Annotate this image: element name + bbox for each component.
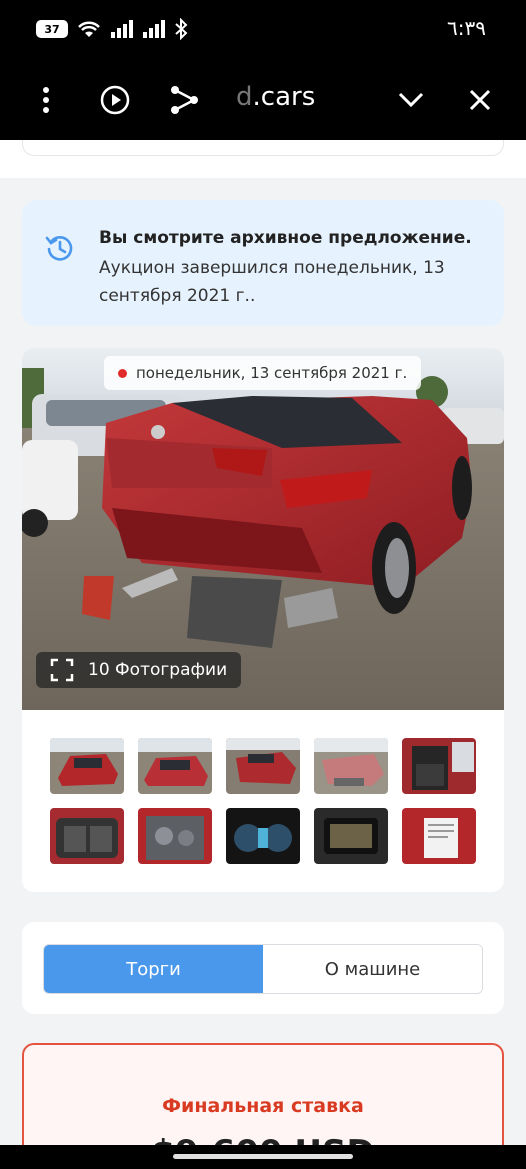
tab-about-car[interactable]: О машине — [263, 945, 482, 993]
share-icon[interactable] — [164, 80, 204, 120]
notice-title: Вы смотрите архивное предложение. — [99, 228, 472, 248]
url-domain: .cars — [252, 82, 316, 112]
history-icon — [45, 236, 73, 261]
thumbnail[interactable] — [402, 808, 476, 864]
bluetooth-icon — [175, 18, 188, 40]
page-content: Вы смотрите архивное предложение. Аукцио… — [0, 140, 526, 1148]
final-bid-label: Финальная ставка — [162, 1095, 364, 1117]
chevron-down-icon[interactable] — [391, 80, 431, 120]
clock: ٦:٣٩ — [447, 16, 486, 40]
archive-notice: Вы смотрите архивное предложение. Аукцио… — [22, 200, 504, 326]
battery-icon: 37 — [36, 20, 68, 38]
photos-count-label: 10 Фотографии — [88, 660, 228, 680]
browser-toolbar: d.cars — [0, 60, 526, 140]
signal-icon — [111, 20, 133, 38]
final-bid-card: Финальная ставка $9,600 USD — [22, 1043, 504, 1148]
gallery-card: понедельник, 13 сентября 2021 г. 10 Фото… — [22, 348, 504, 892]
thumbnail[interactable] — [50, 808, 124, 864]
more-vert-icon[interactable] — [26, 80, 66, 120]
tabs-card: Торги О машине — [22, 922, 504, 1014]
thumbnail[interactable] — [138, 738, 212, 794]
photos-count-button[interactable]: 10 Фотографии — [36, 652, 242, 688]
thumbnail[interactable] — [226, 808, 300, 864]
url-prefix: d — [236, 82, 253, 112]
status-icons: 37 — [36, 18, 188, 40]
auction-date: понедельник, 13 сентября 2021 г. — [136, 364, 408, 382]
status-dot — [118, 369, 127, 378]
url-text[interactable]: d.cars — [236, 82, 315, 112]
status-bar: 37 ٦:٣٩ — [0, 0, 526, 60]
thumbnail[interactable] — [50, 738, 124, 794]
thumbnail[interactable] — [226, 738, 300, 794]
notice-text: Аукцион завершился понедельник, 13 сентя… — [99, 258, 445, 306]
play-icon[interactable] — [95, 80, 135, 120]
system-nav-bar — [0, 1145, 526, 1169]
fullscreen-icon — [50, 658, 74, 682]
tab-bidding[interactable]: Торги — [44, 945, 263, 993]
previous-card — [22, 140, 504, 156]
thumbnail-grid — [50, 738, 480, 864]
wifi-icon — [78, 21, 100, 37]
auction-date-badge: понедельник, 13 сентября 2021 г. — [104, 356, 422, 390]
thumbnail[interactable] — [402, 738, 476, 794]
thumbnail[interactable] — [314, 808, 388, 864]
main-car-photo[interactable]: понедельник, 13 сентября 2021 г. 10 Фото… — [22, 348, 504, 710]
signal-icon-2 — [143, 20, 165, 38]
home-handle[interactable] — [173, 1154, 353, 1159]
tab-bar: Торги О машине — [43, 944, 483, 994]
close-icon[interactable] — [460, 80, 500, 120]
thumbnail[interactable] — [314, 738, 388, 794]
thumbnail[interactable] — [138, 808, 212, 864]
